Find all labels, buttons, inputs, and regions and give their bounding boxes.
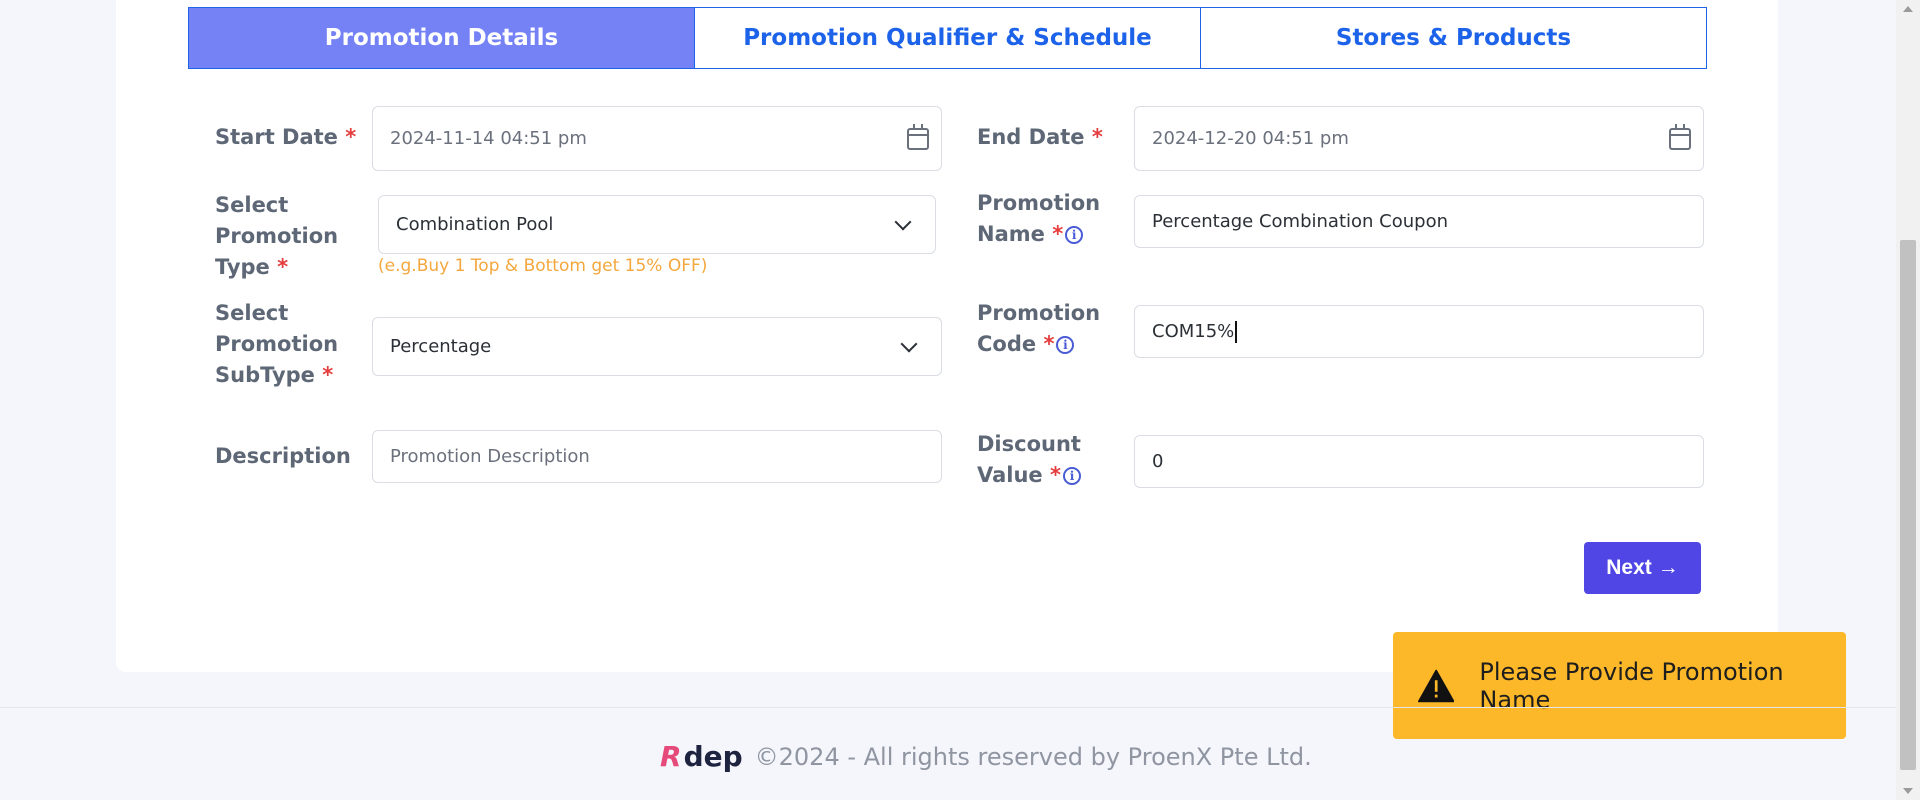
scroll-up-icon[interactable] [1903, 6, 1913, 12]
discount-value-input[interactable]: 0 [1134, 435, 1704, 488]
promotion-code-input[interactable]: COM15% [1134, 305, 1704, 358]
description-label: Description [215, 444, 351, 468]
footer-divider [0, 707, 1896, 708]
info-icon[interactable]: i [1056, 336, 1075, 354]
info-icon[interactable]: i [1062, 467, 1081, 485]
warning-icon [1418, 669, 1455, 702]
calendar-icon[interactable] [907, 123, 929, 150]
next-button-label: Next [1606, 556, 1652, 579]
promotion-type-hint: (e.g.Buy 1 Top & Bottom get 15% OFF) [378, 256, 708, 276]
warning-toast[interactable]: Please Provide Promotion Name [1393, 632, 1846, 739]
calendar-icon[interactable] [1669, 123, 1691, 150]
end-date-label: End Date * [977, 125, 1103, 149]
promotion-name-label: Promotion Name * i [977, 191, 1101, 246]
scroll-down-icon[interactable] [1903, 788, 1913, 794]
next-button[interactable]: Next → [1584, 542, 1701, 594]
page-scrollbar[interactable] [1896, 0, 1920, 800]
logo-text: dep [683, 740, 743, 773]
description-placeholder: Promotion Description [390, 446, 590, 467]
discount-value-value: 0 [1152, 451, 1164, 472]
footer: Rdep ©2024 - All rights reserved by Proe… [660, 740, 1312, 773]
start-date-value: 2024-11-14 04:51 pm [390, 128, 587, 149]
tab-promotion-details[interactable]: Promotion Details [189, 8, 695, 68]
discount-value-label: Discount Value * i [977, 432, 1081, 487]
chevron-down-icon [894, 213, 912, 230]
tab-stores-products[interactable]: Stores & Products [1201, 8, 1706, 68]
promotion-code-value: COM15% [1152, 320, 1703, 343]
promotion-type-label: Select Promotion Type * [215, 193, 339, 279]
promotion-name-input[interactable]: Percentage Combination Coupon [1134, 195, 1704, 248]
tab-promotion-qualifier-schedule[interactable]: Promotion Qualifier & Schedule [695, 8, 1201, 68]
promotion-name-value: Percentage Combination Coupon [1152, 211, 1448, 232]
rdep-logo: Rdep [660, 740, 743, 773]
promotion-type-value: Combination Pool [396, 214, 554, 235]
end-date-value: 2024-12-20 04:51 pm [1152, 128, 1349, 149]
description-input[interactable]: Promotion Description [372, 430, 942, 483]
copyright-text: ©2024 - All rights reserved by ProenX Pt… [754, 742, 1312, 771]
scrollbar-thumb[interactable] [1900, 240, 1916, 770]
text-caret [1235, 320, 1238, 343]
chevron-down-icon [900, 335, 918, 352]
arrow-right-icon: → [1657, 556, 1679, 579]
end-date-input[interactable]: 2024-12-20 04:51 pm [1134, 106, 1704, 171]
promotion-code-label: Promotion Code * i [977, 301, 1101, 356]
promotion-subtype-label: Select Promotion SubType * [215, 301, 339, 387]
start-date-label: Start Date * [215, 125, 357, 149]
logo-mark: R [660, 740, 682, 773]
promotion-type-select[interactable]: Combination Pool [378, 195, 936, 254]
toast-message: Please Provide Promotion Name [1479, 657, 1784, 714]
start-date-input[interactable]: 2024-11-14 04:51 pm [372, 106, 942, 171]
tab-bar: Promotion Details Promotion Qualifier & … [188, 7, 1707, 69]
info-icon[interactable]: i [1065, 226, 1084, 244]
promotion-subtype-value: Percentage [390, 336, 492, 357]
promotion-subtype-select[interactable]: Percentage [372, 317, 942, 376]
